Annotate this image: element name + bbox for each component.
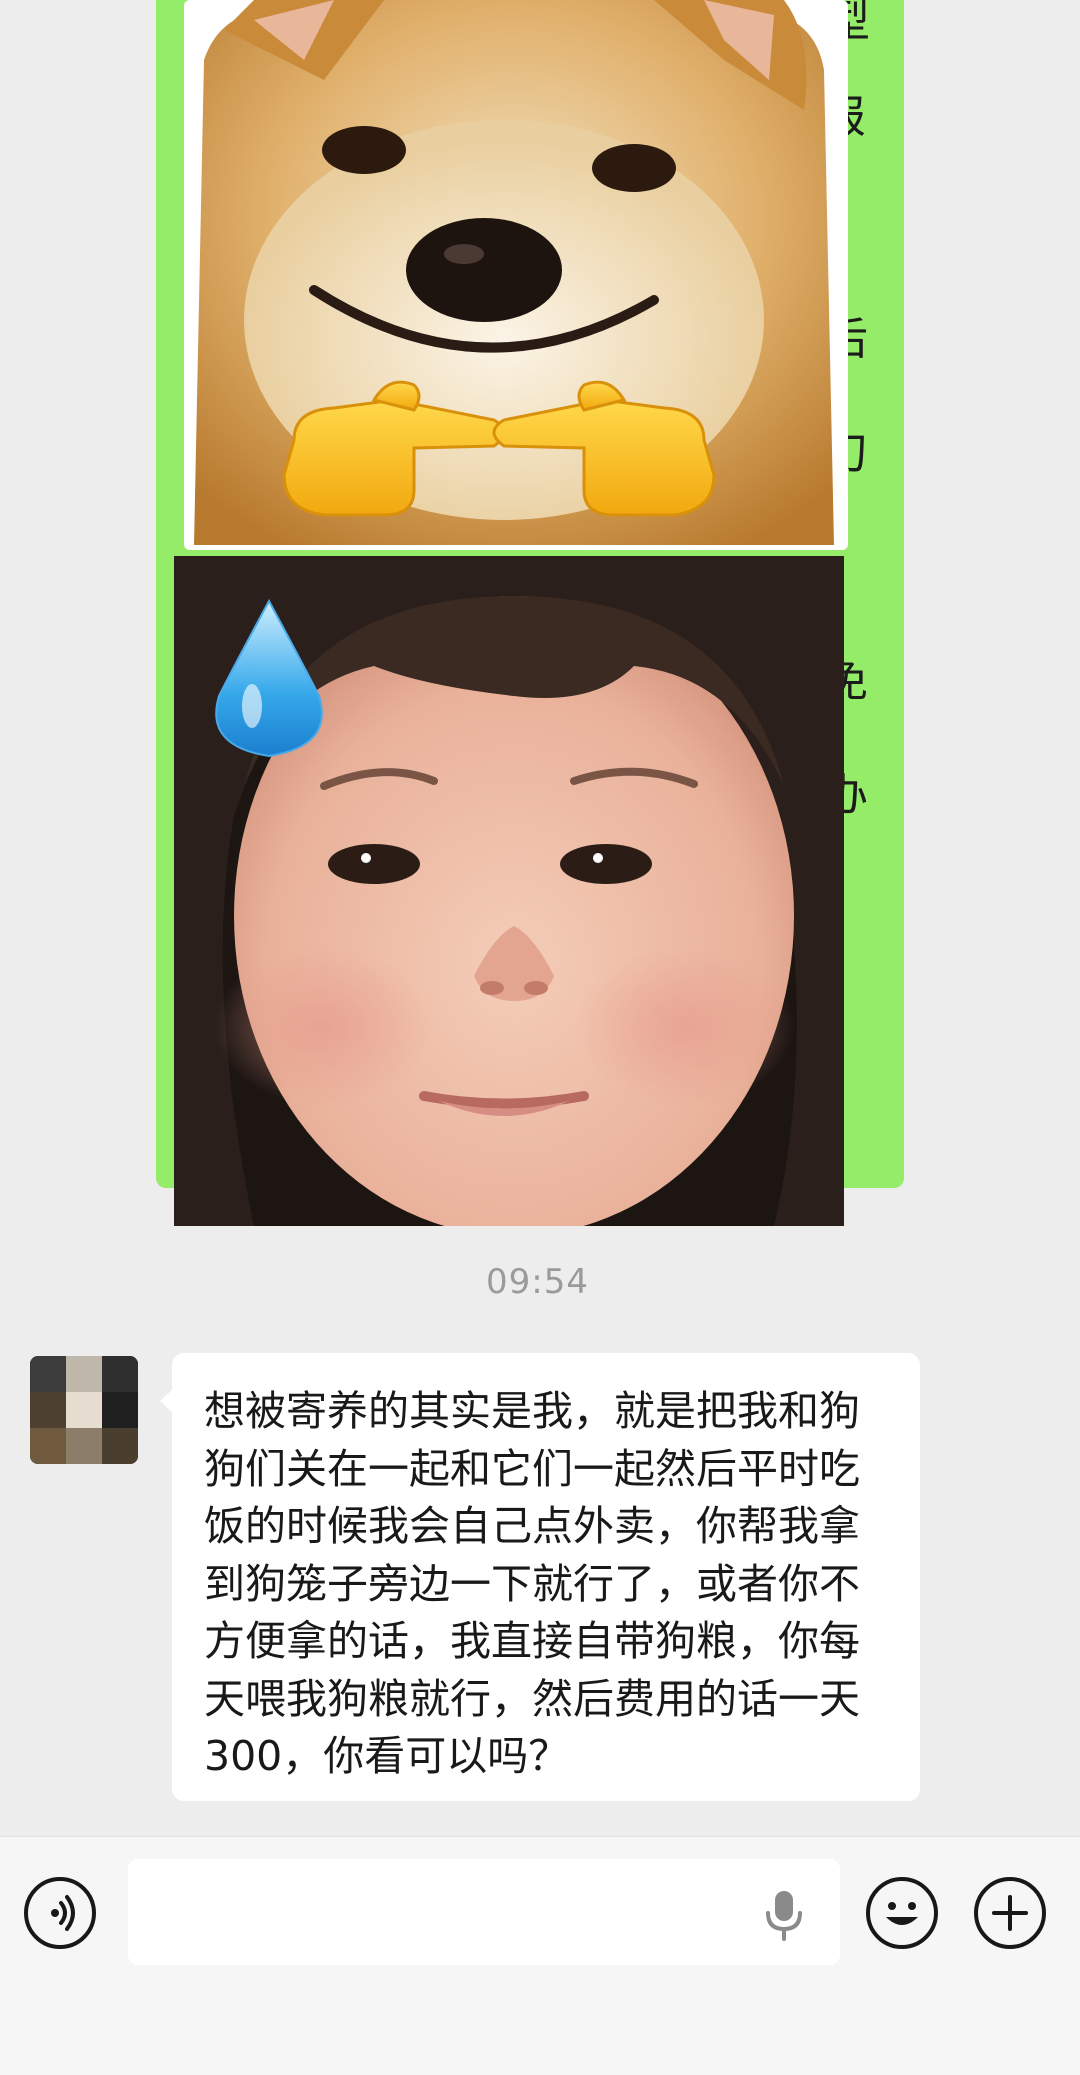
received-message-bubble[interactable]: 想被寄养的其实是我，就是把我和狗狗们关在一起和它们一起然后平时吃饭的时候我会自己… [160, 1353, 920, 1801]
microphone-icon[interactable] [760, 1887, 808, 1943]
plus-icon [992, 1895, 1028, 1931]
shiba-dog-sticker[interactable] [184, 0, 848, 550]
shiba-dog-pointing-fingers-sticker-icon [184, 0, 848, 550]
chat-input-bar [0, 1836, 1080, 2075]
emoji-button[interactable] [866, 1877, 938, 1949]
sender-avatar[interactable] [30, 1356, 138, 1464]
voice-icon [51, 1895, 75, 1931]
more-actions-button[interactable] [974, 1877, 1046, 1949]
girl-sweat-drop-sticker-icon [174, 556, 844, 1226]
girl-sweat-sticker[interactable] [174, 556, 844, 1226]
voice-toggle-button[interactable] [24, 1877, 96, 1949]
message-input[interactable] [128, 1859, 840, 1965]
pixelated-avatar-icon [30, 1356, 138, 1464]
message-timestamp: 09:54 [486, 1262, 589, 1302]
smiley-icon [886, 1902, 918, 1925]
message-text: 想被寄养的其实是我，就是把我和狗狗们关在一起和它们一起然后平时吃饭的时候我会自己… [204, 1387, 860, 1780]
